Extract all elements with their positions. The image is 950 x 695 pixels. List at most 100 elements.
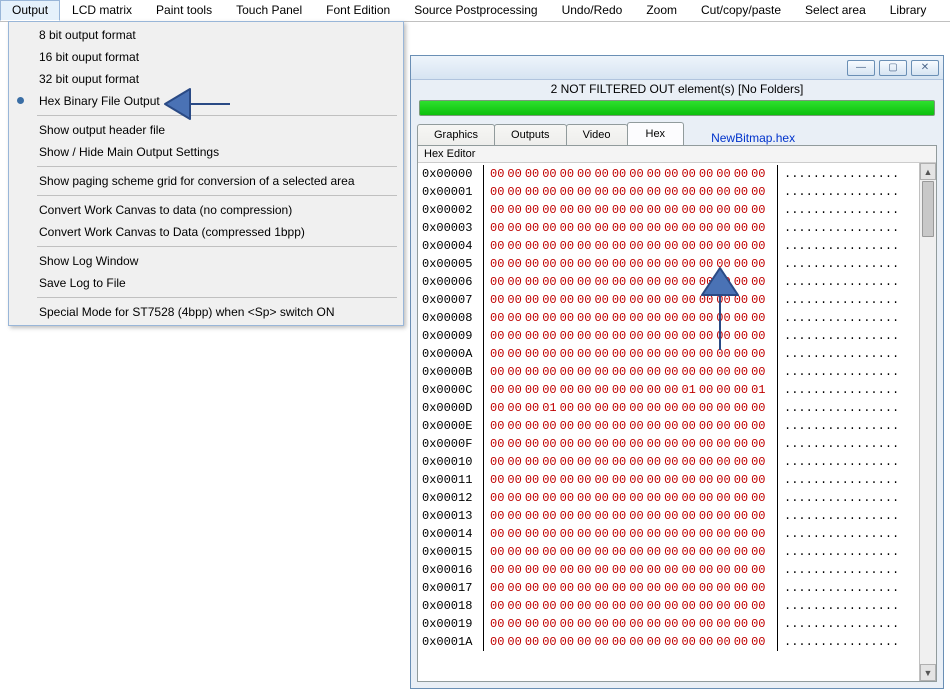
menu-zoom[interactable]: Zoom xyxy=(634,0,689,21)
menuitem-label: Show / Hide Main Output Settings xyxy=(39,145,219,159)
hex-row[interactable]: 0x0001000000000000000000000000000000000.… xyxy=(422,453,932,471)
hex-bytes: 00000000000000000000000100000001 xyxy=(490,381,778,399)
hex-bytes: 00000000000000000000000000000000 xyxy=(490,615,778,633)
hex-bytes: 00000000000000000000000000000000 xyxy=(490,327,778,345)
menuitem-show-paging-scheme-grid-for-conversion-of-a-selected-area[interactable]: Show paging scheme grid for conversion o… xyxy=(9,170,403,192)
hex-row[interactable]: 0x0000900000000000000000000000000000000.… xyxy=(422,327,932,345)
hex-bytes: 00000000000000000000000000000000 xyxy=(490,309,778,327)
hex-bytes: 00000000000000000000000000000000 xyxy=(490,579,778,597)
hex-row[interactable]: 0x0001400000000000000000000000000000000.… xyxy=(422,525,932,543)
hex-bytes: 00000000000000000000000000000000 xyxy=(490,291,778,309)
scroll-thumb[interactable] xyxy=(922,181,934,237)
hex-rows[interactable]: 0x0000000000000000000000000000000000000.… xyxy=(418,163,936,653)
hex-row[interactable]: 0x0000E00000000000000000000000000000000.… xyxy=(422,417,932,435)
menuitem-label: 8 bit output format xyxy=(39,28,136,42)
hex-address: 0x0000B xyxy=(422,363,484,381)
hex-row[interactable]: 0x0001900000000000000000000000000000000.… xyxy=(422,615,932,633)
hex-row[interactable]: 0x0000700000000000000000000000000000000.… xyxy=(422,291,932,309)
hex-row[interactable]: 0x0001A00000000000000000000000000000000.… xyxy=(422,633,932,651)
hex-row[interactable]: 0x0001700000000000000000000000000000000.… xyxy=(422,579,932,597)
menuitem-show-output-header-file[interactable]: Show output header file xyxy=(9,119,403,141)
menuitem-special-mode-for-st7528-4bpp-when-sp-switch-on[interactable]: Special Mode for ST7528 (4bpp) when <Sp>… xyxy=(9,301,403,323)
scroll-up-icon[interactable]: ▲ xyxy=(920,163,936,180)
hex-row[interactable]: 0x0000600000000000000000000000000000000.… xyxy=(422,273,932,291)
hex-row[interactable]: 0x0001600000000000000000000000000000000.… xyxy=(422,561,932,579)
output-dropdown: 8 bit output format 16 bit ouput format 32… xyxy=(8,21,404,326)
hex-row[interactable]: 0x0000500000000000000000000000000000000.… xyxy=(422,255,932,273)
hex-row[interactable]: 0x0000000000000000000000000000000000000.… xyxy=(422,165,932,183)
hex-row[interactable]: 0x0000B00000000000000000000000000000000.… xyxy=(422,363,932,381)
hex-ascii: ................ xyxy=(784,419,899,433)
menu-undo-redo[interactable]: Undo/Redo xyxy=(550,0,635,21)
hex-row[interactable]: 0x0001200000000000000000000000000000000.… xyxy=(422,489,932,507)
hex-bytes: 00000000000000000000000000000000 xyxy=(490,201,778,219)
menu-library[interactable]: Library xyxy=(878,0,939,21)
hex-bytes: 00000000000000000000000000000000 xyxy=(490,363,778,381)
hex-row[interactable]: 0x0000D00000001000000000000000000000000.… xyxy=(422,399,932,417)
menu-paint-tools[interactable]: Paint tools xyxy=(144,0,224,21)
hex-row[interactable]: 0x0000400000000000000000000000000000000.… xyxy=(422,237,932,255)
hex-address: 0x00011 xyxy=(422,471,484,489)
hex-row[interactable]: 0x0000A00000000000000000000000000000000.… xyxy=(422,345,932,363)
menuitem-8-bit-output-format[interactable]: 8 bit output format xyxy=(9,24,403,46)
hex-row[interactable]: 0x0000200000000000000000000000000000000.… xyxy=(422,201,932,219)
tab-hex[interactable]: Hex xyxy=(627,122,685,145)
hex-ascii: ................ xyxy=(784,617,899,631)
menuitem-label: 32 bit ouput format xyxy=(39,72,139,86)
scroll-down-icon[interactable]: ▼ xyxy=(920,664,936,681)
tab-outputs[interactable]: Outputs xyxy=(494,124,567,145)
hex-bytes: 00000000000000000000000000000000 xyxy=(490,435,778,453)
hex-row[interactable]: 0x0000300000000000000000000000000000000.… xyxy=(422,219,932,237)
hex-row[interactable]: 0x0000C00000000000000000000000100000001.… xyxy=(422,381,932,399)
hex-ascii: ................ xyxy=(784,581,899,595)
menuitem-show-hide-main-output-settings[interactable]: Show / Hide Main Output Settings xyxy=(9,141,403,163)
menu-touch-panel[interactable]: Touch Panel xyxy=(224,0,314,21)
menu-animation[interactable]: Animation xyxy=(938,0,950,21)
hex-ascii: ................ xyxy=(784,599,899,613)
minimize-button[interactable]: — xyxy=(847,60,875,76)
separator xyxy=(37,166,397,167)
hex-row[interactable]: 0x0000100000000000000000000000000000000.… xyxy=(422,183,932,201)
hex-bytes: 00000000000000000000000000000000 xyxy=(490,453,778,471)
hex-row[interactable]: 0x0001300000000000000000000000000000000.… xyxy=(422,507,932,525)
menuitem-hex-binary-file-output[interactable]: Hex Binary File Output xyxy=(9,90,403,112)
hex-ascii: ................ xyxy=(784,347,899,361)
hex-bytes: 00000000000000000000000000000000 xyxy=(490,525,778,543)
hex-row[interactable]: 0x0001500000000000000000000000000000000.… xyxy=(422,543,932,561)
hex-bytes: 00000000000000000000000000000000 xyxy=(490,417,778,435)
hex-address: 0x00001 xyxy=(422,183,484,201)
menu-font-edition[interactable]: Font Edition xyxy=(314,0,402,21)
tab-graphics[interactable]: Graphics xyxy=(417,124,495,145)
menu-output[interactable]: Output xyxy=(0,0,60,21)
hex-bytes: 00000000000000000000000000000000 xyxy=(490,561,778,579)
hex-ascii: ................ xyxy=(784,239,899,253)
menu-select-area[interactable]: Select area xyxy=(793,0,878,21)
status-text: 2 NOT FILTERED OUT element(s) [No Folder… xyxy=(411,80,943,98)
tab-video[interactable]: Video xyxy=(566,124,628,145)
hex-row[interactable]: 0x0001800000000000000000000000000000000.… xyxy=(422,597,932,615)
hex-address: 0x00012 xyxy=(422,489,484,507)
menuitem-convert-work-canvas-to-data-compressed-1bpp[interactable]: Convert Work Canvas to Data (compressed … xyxy=(9,221,403,243)
menu-lcd-matrix[interactable]: LCD matrix xyxy=(60,0,144,21)
child-window: — ▢ ✕ 2 NOT FILTERED OUT element(s) [No … xyxy=(410,55,944,689)
menu-cut-copy-paste[interactable]: Cut/copy/paste xyxy=(689,0,793,21)
vertical-scrollbar[interactable]: ▲ ▼ xyxy=(919,163,936,681)
hex-address: 0x00008 xyxy=(422,309,484,327)
hex-ascii: ................ xyxy=(784,527,899,541)
menuitem-convert-work-canvas-to-data-no-compression[interactable]: Convert Work Canvas to data (no compress… xyxy=(9,199,403,221)
hex-ascii: ................ xyxy=(784,257,899,271)
menuitem-16-bit-ouput-format[interactable]: 16 bit ouput format xyxy=(9,46,403,68)
menuitem-32-bit-ouput-format[interactable]: 32 bit ouput format xyxy=(9,68,403,90)
hex-bytes: 00000000000000000000000000000000 xyxy=(490,165,778,183)
filename-label: NewBitmap.hex xyxy=(701,127,795,145)
menu-source-postprocessing[interactable]: Source Postprocessing xyxy=(402,0,549,21)
hex-row[interactable]: 0x0001100000000000000000000000000000000.… xyxy=(422,471,932,489)
menuitem-save-log-to-file[interactable]: Save Log to File xyxy=(9,272,403,294)
close-button[interactable]: ✕ xyxy=(911,60,939,76)
menuitem-show-log-window[interactable]: Show Log Window xyxy=(9,250,403,272)
hex-row[interactable]: 0x0000F00000000000000000000000000000000.… xyxy=(422,435,932,453)
menuitem-label: 16 bit ouput format xyxy=(39,50,139,64)
maximize-button[interactable]: ▢ xyxy=(879,60,907,76)
hex-ascii: ................ xyxy=(784,491,899,505)
hex-row[interactable]: 0x0000800000000000000000000000000000000.… xyxy=(422,309,932,327)
